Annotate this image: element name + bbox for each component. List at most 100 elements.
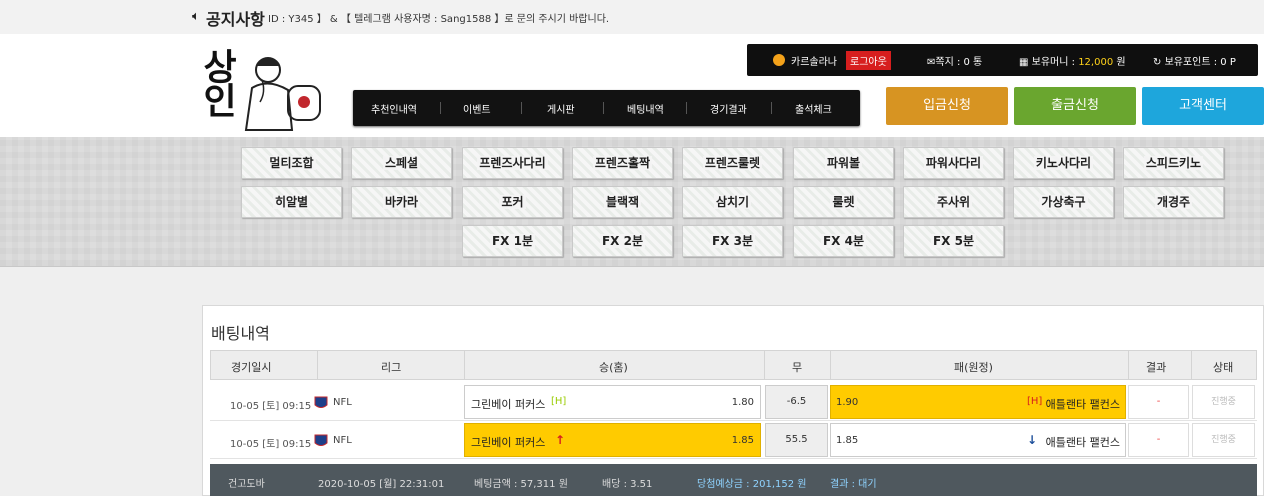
- draw-cell[interactable]: -6.5: [765, 385, 828, 419]
- expected-payout: 당첨예상금 : 201,152 원: [697, 479, 807, 490]
- status-cell: 진행중: [1192, 385, 1255, 419]
- coin-icon: [773, 54, 785, 66]
- table-row: 10-05 [토] 09:15 NFL 그린베이 퍼커스 ↑ 1.85 55.5…: [210, 421, 1257, 459]
- refresh-icon: ↻: [1153, 57, 1162, 68]
- game-label: 룰렛: [830, 195, 857, 209]
- league-name: NFL: [333, 435, 352, 446]
- result-cell: -: [1128, 423, 1189, 457]
- menu-bet-history[interactable]: 베팅내역: [627, 101, 664, 116]
- col-draw: 무: [792, 361, 803, 374]
- game-label: FX 4분: [820, 234, 867, 248]
- game-dice[interactable]: 주사위: [903, 186, 1004, 218]
- bet-history-title: 배팅내역: [211, 324, 270, 343]
- money-info: ▦ 보유머니 : 12,000 원: [1019, 53, 1126, 68]
- game-roulette[interactable]: 룰렛: [793, 186, 894, 218]
- summary-label: 건고도바: [228, 479, 265, 490]
- menu-referral[interactable]: 추천인내역: [371, 101, 417, 116]
- logout-button[interactable]: 로그아웃: [846, 51, 891, 70]
- game-label: FX 3분: [709, 234, 756, 248]
- money-value: 12,000: [1078, 57, 1114, 68]
- customer-center-button[interactable]: 고객센터: [1142, 87, 1264, 125]
- game-menu: 멀티조합 스페셜 프렌즈사다리 프렌즈홀짝 프렌즈룰렛 파워볼 파워사다리 키노…: [0, 137, 1264, 267]
- game-power-ladder[interactable]: 파워사다리: [903, 147, 1004, 179]
- menu-event[interactable]: 이벤트: [463, 101, 491, 116]
- withdraw-button[interactable]: 출금신청: [1014, 87, 1136, 125]
- deposit-button[interactable]: 입금신청: [886, 87, 1008, 125]
- draw-cell[interactable]: 55.5: [765, 423, 828, 457]
- game-keno-ladder[interactable]: 키노사다리: [1013, 147, 1114, 179]
- game-fx-2min[interactable]: FX 2분: [572, 225, 673, 257]
- away-odds-cell[interactable]: 1.90 [H] 애틀랜타 팰컨스: [830, 385, 1126, 419]
- game-label: 파워볼: [824, 156, 863, 170]
- game-fx-4min[interactable]: FX 4분: [793, 225, 894, 257]
- money-label: 보유머니 :: [1031, 57, 1075, 68]
- game-label: 스피드키노: [1143, 156, 1204, 170]
- game-label: 블랙잭: [603, 195, 642, 209]
- home-odds-cell[interactable]: 그린베이 퍼커스 [H] 1.80: [464, 385, 761, 419]
- game-multi[interactable]: 멀티조합: [241, 147, 342, 179]
- menu-divider: [771, 102, 772, 114]
- game-label: FX 5분: [930, 234, 977, 248]
- game-label: 히알별: [272, 195, 311, 209]
- bet-datetime: 2020-10-05 [월] 22:31:01: [318, 479, 445, 490]
- menu-attendance[interactable]: 출석체크: [795, 101, 832, 116]
- result-cell: -: [1128, 385, 1189, 419]
- game-label: 포커: [499, 195, 526, 209]
- game-friends-ladder[interactable]: 프렌즈사다리: [462, 147, 563, 179]
- home-odds-cell[interactable]: 그린베이 퍼커스 ↑ 1.85: [464, 423, 761, 457]
- game-blackjack[interactable]: 블랙잭: [572, 186, 673, 218]
- game-label: FX 2분: [599, 234, 646, 248]
- game-label: 스페셜: [382, 156, 421, 170]
- table-header: 경기일시 리그 승(홈) 무 패(원정) 결과 상태: [210, 350, 1257, 380]
- game-baccarat[interactable]: 바카라: [351, 186, 452, 218]
- game-label: 키노사다리: [1033, 156, 1094, 170]
- away-team: 애틀랜타 팰컨스: [1045, 398, 1120, 411]
- game-label: 파워사다리: [923, 156, 984, 170]
- game-powerball[interactable]: 파워볼: [793, 147, 894, 179]
- game-dog-race[interactable]: 개경주: [1123, 186, 1224, 218]
- point-label: 보유포인트 : 0 P: [1164, 57, 1236, 68]
- handicap-tag: [H]: [1027, 396, 1043, 407]
- game-samchigi[interactable]: 삼치기: [682, 186, 783, 218]
- away-odds-cell[interactable]: 1.85 ↓ 애틀랜타 팰컨스: [830, 423, 1126, 457]
- col-away: 패(원정): [954, 361, 993, 374]
- menu-results[interactable]: 경기결과: [710, 101, 747, 116]
- game-hialbyeol[interactable]: 히알별: [241, 186, 342, 218]
- menu-divider: [603, 102, 604, 114]
- game-virtual-soccer[interactable]: 가상축구: [1013, 186, 1114, 218]
- site-logo[interactable]: 상인: [196, 46, 324, 132]
- game-label: FX 1분: [489, 234, 536, 248]
- money-icon: ▦: [1019, 57, 1029, 68]
- game-label: 개경주: [1154, 195, 1193, 209]
- user-info-bar: 카르솔라나 로그아웃 ✉쪽지 : 0 통 ▦ 보유머니 : 12,000 원 ↻…: [747, 44, 1258, 76]
- home-team: 그린베이 퍼커스: [471, 436, 546, 449]
- game-label: 멀티조합: [267, 156, 316, 170]
- merchant-figure-icon: [244, 57, 321, 131]
- game-fx-1min[interactable]: FX 1분: [462, 225, 563, 257]
- game-speed-keno[interactable]: 스피드키노: [1123, 147, 1224, 179]
- game-label: 프렌즈홀짝: [592, 156, 653, 170]
- message-count[interactable]: ✉쪽지 : 0 통: [927, 53, 982, 68]
- logo-text: 상인: [196, 48, 237, 116]
- game-friends-roulette[interactable]: 프렌즈룰렛: [682, 147, 783, 179]
- up-arrow-icon: ↑: [555, 433, 566, 447]
- header-divider: [764, 351, 765, 379]
- home-team: 그린베이 퍼커스: [471, 398, 546, 411]
- game-label: 바카라: [382, 195, 421, 209]
- header-divider: [317, 351, 318, 379]
- menu-board[interactable]: 게시판: [547, 101, 575, 116]
- header-divider: [464, 351, 465, 379]
- game-special[interactable]: 스페셜: [351, 147, 452, 179]
- game-friends-oddeven[interactable]: 프렌즈홀짝: [572, 147, 673, 179]
- notice-title: 공지사항: [206, 10, 265, 29]
- match-date: 10-05 [토] 09:15: [230, 439, 312, 450]
- col-date: 경기일시: [231, 361, 272, 374]
- game-fx-5min[interactable]: FX 5분: [903, 225, 1004, 257]
- game-fx-3min[interactable]: FX 3분: [682, 225, 783, 257]
- bet-odds: 배당 : 3.51: [602, 479, 653, 490]
- notice-bar: 🔈︎ 공지사항 ID : Y345 】 & 【 텔레그램 사용자명 : Sang…: [0, 0, 1264, 34]
- match-date: 10-05 [토] 09:15: [230, 401, 312, 412]
- point-info[interactable]: ↻ 보유포인트 : 0 P: [1153, 53, 1236, 68]
- game-poker[interactable]: 포커: [462, 186, 563, 218]
- col-home: 승(홈): [599, 361, 628, 374]
